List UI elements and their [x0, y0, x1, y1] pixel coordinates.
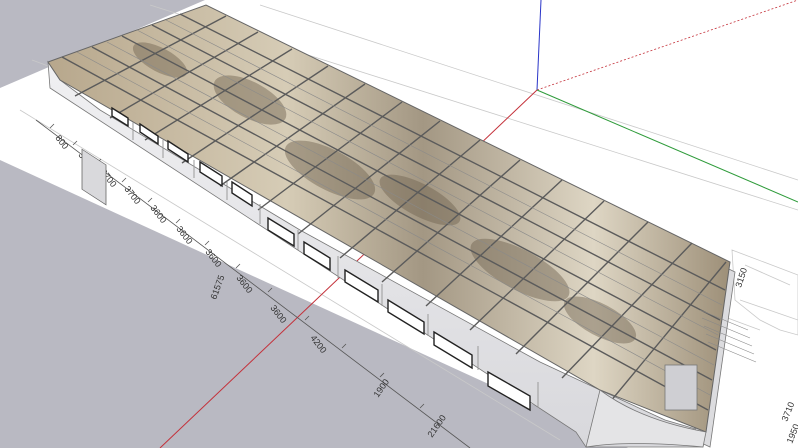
- stair-core: [664, 364, 698, 411]
- 3d-model-viewport[interactable]: 800 3700 3700 3700 3600 3600 3600 3600 3…: [0, 0, 798, 448]
- building-model-scene[interactable]: 800 3700 3700 3700 3600 3600 3600 3600 3…: [0, 0, 798, 448]
